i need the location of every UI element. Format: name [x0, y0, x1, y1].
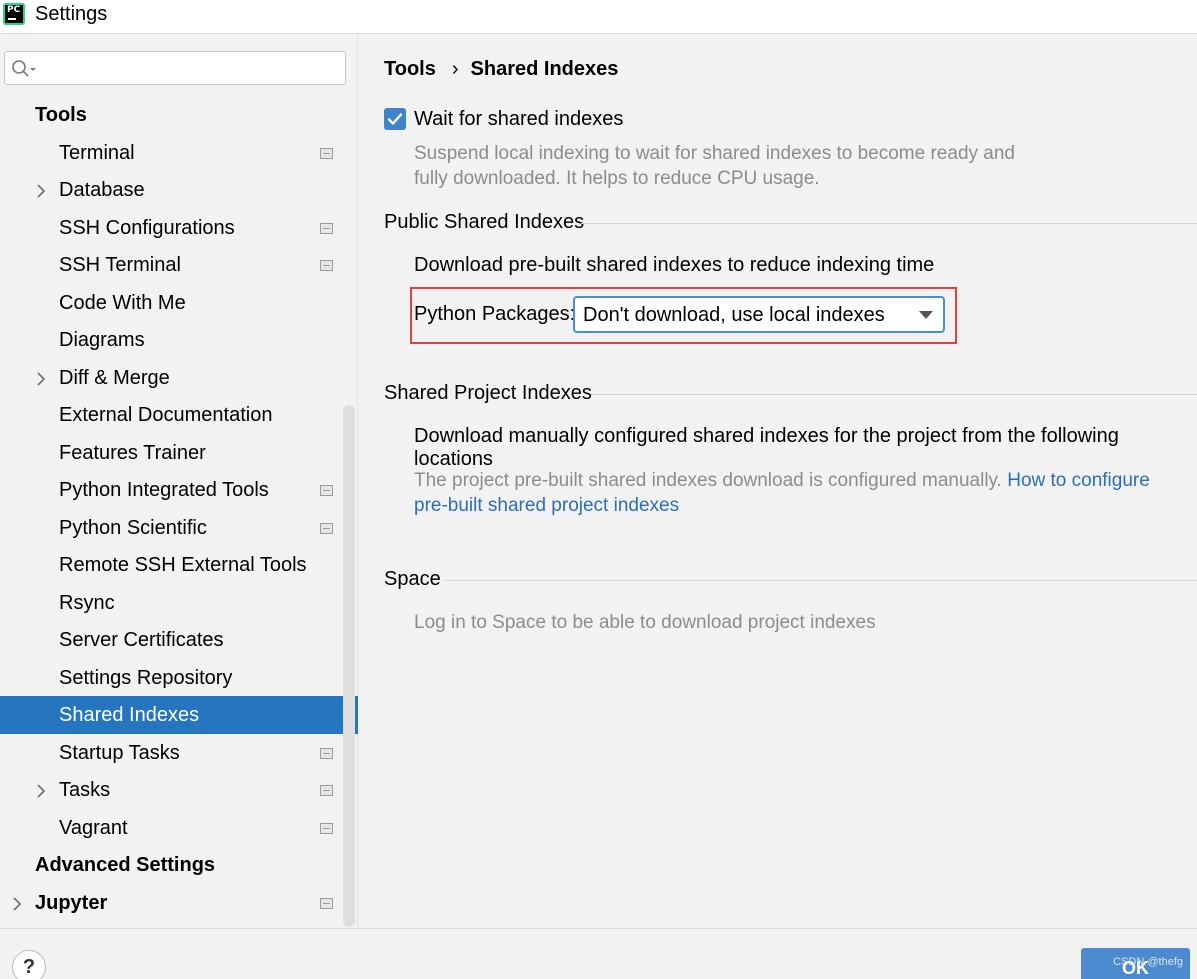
breadcrumb-separator: ›: [451, 58, 459, 80]
breadcrumb-shared-indexes: Shared Indexes: [470, 58, 619, 80]
python-packages-value: Don't download, use local indexes: [583, 304, 885, 326]
sidebar-item-label: SSH Terminal: [59, 254, 181, 276]
shared-project-indexes-title: Shared Project Indexes: [384, 382, 592, 404]
sidebar-item-label: Database: [59, 179, 145, 201]
python-packages-label: Python Packages:: [414, 303, 576, 325]
sidebar-item-label: Remote SSH External Tools: [59, 554, 307, 576]
public-shared-indexes-title: Public Shared Indexes: [384, 211, 585, 233]
sidebar-item-label: Vagrant: [59, 817, 128, 839]
sidebar-scrollbar[interactable]: [343, 405, 355, 927]
sidebar-item-terminal[interactable]: Terminal: [0, 134, 358, 172]
window-title: Settings: [35, 3, 108, 25]
sidebar-item-python-scientific[interactable]: Python Scientific: [0, 509, 358, 547]
sidebar-item-label: Code With Me: [59, 292, 186, 314]
breadcrumb-tools[interactable]: Tools: [384, 58, 436, 81]
sidebar-item-label: Startup Tasks: [59, 742, 180, 764]
breadcrumb: Tools › Shared Indexes: [384, 58, 618, 81]
checkmark-icon: [387, 113, 403, 125]
divider: [445, 580, 1197, 581]
sidebar-item-diff-merge[interactable]: Diff & Merge: [0, 359, 358, 397]
sidebar-item-tools[interactable]: Tools: [0, 96, 358, 134]
project-level-icon: [320, 823, 333, 834]
public-shared-indexes-description: Download pre-built shared indexes to red…: [414, 254, 935, 276]
project-level-icon: [320, 785, 333, 796]
chevron-right-icon[interactable]: [36, 184, 46, 198]
sidebar-item-label: Shared Indexes: [59, 704, 200, 726]
sidebar-item-external-documentation[interactable]: External Documentation: [0, 396, 358, 434]
chevron-right-icon[interactable]: [36, 784, 46, 798]
python-packages-dropdown[interactable]: Don't download, use local indexes: [573, 296, 945, 333]
project-level-icon: [320, 223, 333, 234]
sidebar-item-diagrams[interactable]: Diagrams: [0, 321, 358, 359]
sidebar-item-label: Tasks: [59, 779, 111, 801]
search-icon: [12, 60, 36, 77]
sidebar-item-features-trainer[interactable]: Features Trainer: [0, 434, 358, 472]
wait-hint-line-1: Suspend local indexing to wait for share…: [414, 143, 1015, 164]
sidebar-item-settings-repository[interactable]: Settings Repository: [0, 659, 358, 697]
sidebar-item-label: Tools: [35, 104, 87, 126]
sidebar-item-label: Terminal: [59, 142, 135, 164]
sidebar-item-advanced-settings[interactable]: Advanced Settings: [0, 846, 358, 884]
divider: [581, 223, 1197, 224]
divider: [591, 394, 1197, 395]
sidebar-item-startup-tasks[interactable]: Startup Tasks: [0, 734, 358, 772]
sidebar-item-label: Jupyter: [35, 892, 108, 914]
shared-project-indexes-hint: The project pre-built shared indexes dow…: [414, 468, 1194, 518]
project-level-icon: [320, 523, 333, 534]
sidebar-item-ssh-configurations[interactable]: SSH Configurations: [0, 209, 358, 247]
shared-project-indexes-description: Download manually configured shared inde…: [414, 425, 1119, 470]
how-to-configure-link-cont[interactable]: pre-built shared project indexes: [414, 495, 679, 516]
sidebar-item-server-certificates[interactable]: Server Certificates: [0, 621, 358, 659]
sidebar-item-label: External Documentation: [59, 404, 273, 426]
pycharm-app-icon: PC: [3, 3, 25, 25]
project-level-icon: [320, 485, 333, 496]
wait-shared-indexes-checkbox[interactable]: [384, 108, 406, 130]
sidebar-item-label: SSH Configurations: [59, 217, 235, 239]
wait-hint-line-2: fully downloaded. It helps to reduce CPU…: [414, 168, 820, 189]
sidebar-item-label: Diff & Merge: [59, 367, 170, 389]
settings-sidebar: Tools Terminal Database SSH Configurations S…: [0, 35, 358, 928]
sidebar-item-label: Rsync: [59, 592, 115, 614]
sidebar-item-database[interactable]: Database: [0, 171, 358, 209]
title-bar: PC Settings: [0, 0, 1197, 34]
sidebar-item-jupyter[interactable]: Jupyter: [0, 884, 358, 922]
sidebar-item-shared-indexes[interactable]: Shared Indexes: [0, 696, 358, 734]
chevron-right-icon[interactable]: [36, 372, 46, 386]
sidebar-item-python-integrated-tools[interactable]: Python Integrated Tools: [0, 471, 358, 509]
sidebar-item-label: Settings Repository: [59, 667, 233, 689]
wait-shared-indexes-label[interactable]: Wait for shared indexes: [414, 108, 623, 131]
sidebar-item-rsync[interactable]: Rsync: [0, 584, 358, 622]
space-hint: Log in to Space to be able to download p…: [414, 612, 876, 633]
project-level-icon: [320, 260, 333, 271]
sidebar-item-label: Server Certificates: [59, 629, 224, 651]
sidebar-item-tasks[interactable]: Tasks: [0, 771, 358, 809]
project-level-icon: [320, 898, 333, 909]
sidebar-item-label: Advanced Settings: [35, 854, 216, 876]
project-level-icon: [320, 748, 333, 759]
sidebar-item-label: Features Trainer: [59, 442, 206, 464]
sidebar-item-remote-ssh-external-tools[interactable]: Remote SSH External Tools: [0, 546, 358, 584]
sidebar-item-label: Python Integrated Tools: [59, 479, 269, 501]
dialog-footer: ? OK CSDN @thefg: [0, 928, 1197, 979]
space-title: Space: [384, 568, 441, 590]
sidebar-item-ssh-terminal[interactable]: SSH Terminal: [0, 246, 358, 284]
how-to-configure-link[interactable]: How to configure: [1007, 470, 1150, 491]
sidebar-item-code-with-me[interactable]: Code With Me: [0, 284, 358, 322]
settings-content: Tools › Shared Indexes Wait for shared ind…: [359, 35, 1197, 928]
settings-search-input[interactable]: [4, 51, 346, 85]
watermark: CSDN @thefg: [1113, 956, 1183, 968]
sidebar-item-label: Diagrams: [59, 329, 145, 351]
help-button[interactable]: ?: [12, 950, 46, 979]
chevron-right-icon[interactable]: [12, 897, 22, 911]
chevron-down-icon: [919, 311, 933, 319]
sidebar-item-vagrant[interactable]: Vagrant: [0, 809, 358, 847]
project-level-icon: [320, 148, 333, 159]
sidebar-item-label: Python Scientific: [59, 517, 207, 539]
project-hint-text: The project pre-built shared indexes dow…: [414, 470, 1002, 491]
